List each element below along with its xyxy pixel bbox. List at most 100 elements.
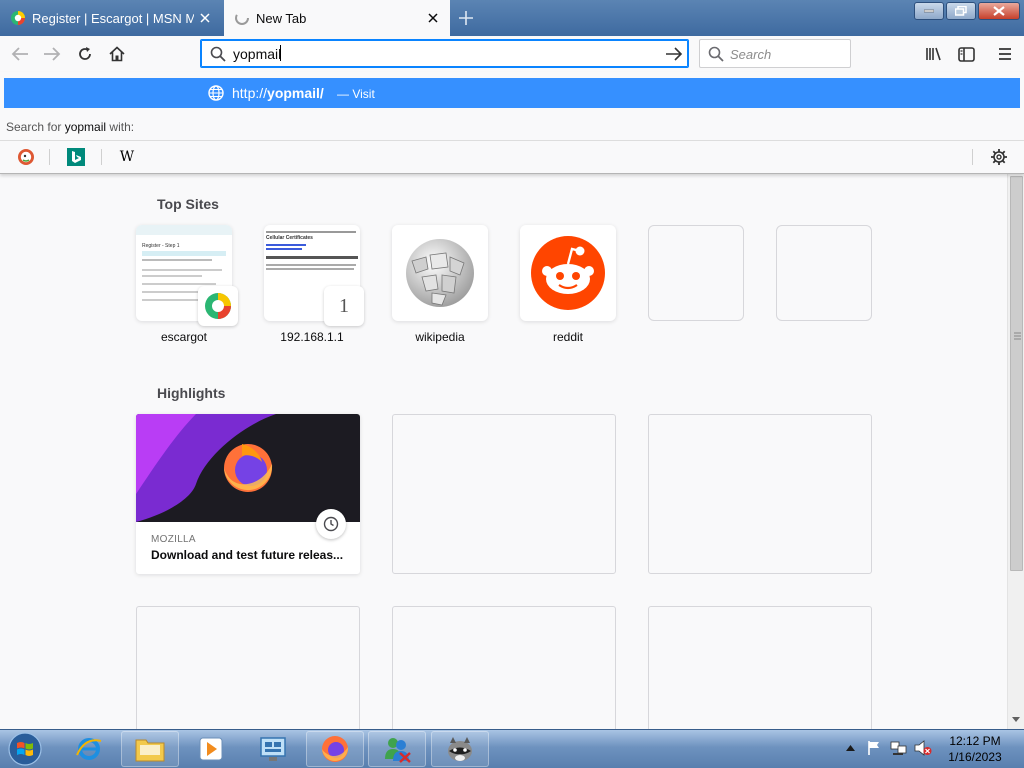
clock-icon xyxy=(323,516,339,532)
highlight-placeholder xyxy=(648,414,872,574)
taskbar-escargot-app[interactable] xyxy=(431,731,489,767)
back-button[interactable] xyxy=(6,40,34,68)
tab-strip: Register | Escargot | MSN Messenger New … xyxy=(0,0,1024,36)
tab-escargot[interactable]: Register | Escargot | MSN Messenger xyxy=(0,0,222,36)
restore-button[interactable] xyxy=(946,2,976,20)
windows-taskbar: 12:12 PM 1/16/2023 xyxy=(0,729,1024,768)
taskbar-file-explorer[interactable] xyxy=(121,731,179,767)
reload-button[interactable] xyxy=(71,40,99,68)
go-arrow-icon[interactable] xyxy=(665,46,683,62)
taskbar-msn-messenger[interactable] xyxy=(368,731,426,767)
tab-title: Register | Escargot | MSN Messenger xyxy=(32,10,194,26)
forward-arrow-icon xyxy=(44,47,61,61)
remote-desktop-icon xyxy=(260,737,286,761)
separator xyxy=(49,149,50,165)
home-button[interactable] xyxy=(103,40,131,68)
search-for-suffix: with: xyxy=(109,120,135,134)
clock-time[interactable]: 12:12 PM xyxy=(940,734,1010,748)
raccoon-icon xyxy=(448,737,472,761)
escargot-favicon-badge xyxy=(198,286,238,326)
loading-throbber-icon xyxy=(235,11,249,25)
taskbar-firefox[interactable] xyxy=(306,731,364,767)
gear-icon xyxy=(991,149,1007,165)
clock-date[interactable]: 1/16/2023 xyxy=(940,750,1010,764)
media-player-icon xyxy=(199,737,223,761)
show-hidden-icons-icon[interactable] xyxy=(846,744,855,752)
minimize-button[interactable] xyxy=(914,2,944,20)
taskbar-control-panel[interactable] xyxy=(244,731,302,767)
visit-url-suggestion[interactable]: http://yopmail/ — Visit xyxy=(4,78,1020,108)
url-input[interactable] xyxy=(233,45,653,63)
suggestion-action: — Visit xyxy=(337,87,375,101)
escargot-logo-icon xyxy=(205,293,231,319)
volume-muted-icon[interactable] xyxy=(914,740,932,756)
tab-new-tab[interactable]: New Tab xyxy=(224,0,450,36)
taskbar-media-player[interactable] xyxy=(182,731,240,767)
library-button[interactable] xyxy=(920,40,948,68)
network-icon[interactable] xyxy=(890,740,908,756)
sidebar-icon xyxy=(957,46,975,62)
highlight-source: MOZILLA xyxy=(151,534,196,545)
internet-explorer-icon xyxy=(76,738,102,760)
search-term: yopmail xyxy=(64,120,107,134)
reload-icon xyxy=(79,47,91,60)
history-badge xyxy=(316,509,346,539)
grip-icon xyxy=(1014,332,1021,340)
search-for-prefix: Search for xyxy=(6,120,62,134)
taskbar-internet-explorer[interactable] xyxy=(60,731,118,767)
thumbnail-line xyxy=(266,264,356,266)
wikipedia-icon[interactable]: W xyxy=(117,147,137,167)
thumbnail-link xyxy=(266,244,306,246)
firefox-icon xyxy=(322,736,349,762)
top-site-tile-reddit[interactable] xyxy=(520,225,616,321)
close-icon xyxy=(993,6,1005,16)
highlight-placeholder xyxy=(136,606,360,729)
search-settings-button[interactable] xyxy=(989,147,1009,167)
hamburger-menu-icon xyxy=(999,48,1011,60)
separator xyxy=(972,149,973,165)
back-arrow-icon xyxy=(11,47,28,61)
badge-number: 1 xyxy=(339,294,349,317)
top-site-label: wikipedia xyxy=(415,330,465,344)
one-off-search-engines: W xyxy=(0,140,1024,172)
url-suggestions-popup: http://yopmail/ — Visit Search for yopma… xyxy=(0,72,1024,174)
top-site-label: reddit xyxy=(552,330,584,344)
system-tray: 12:12 PM 1/16/2023 xyxy=(840,730,1024,768)
menu-button[interactable] xyxy=(991,40,1019,68)
top-site-tile-empty xyxy=(776,225,872,321)
url-scheme: http:// xyxy=(232,85,268,101)
reddit-logo-icon xyxy=(531,236,605,310)
thumbnail-heading: Cellular Certificates xyxy=(266,235,313,241)
close-window-button[interactable] xyxy=(978,2,1020,20)
vertical-scrollbar[interactable] xyxy=(1007,174,1024,729)
close-tab-icon[interactable] xyxy=(194,7,216,29)
search-input[interactable] xyxy=(730,46,840,62)
scrollbar-thumb[interactable] xyxy=(1010,176,1023,571)
duckduckgo-icon[interactable] xyxy=(16,147,36,167)
url-host: yopmail/ xyxy=(267,85,324,101)
start-button[interactable] xyxy=(4,731,46,767)
top-sites-heading: Top Sites xyxy=(157,196,219,212)
highlight-card-mozilla[interactable]: MOZILLA Download and test future releas.… xyxy=(136,414,360,574)
globe-icon xyxy=(208,85,224,101)
top-site-tile-wikipedia[interactable] xyxy=(392,225,488,321)
home-icon xyxy=(109,46,125,62)
search-icon xyxy=(210,46,226,62)
new-tab-button[interactable] xyxy=(452,4,480,32)
close-tab-icon[interactable] xyxy=(422,7,444,29)
thumbnail-line xyxy=(266,268,354,270)
thumbnail-heading: Register - Step 1 xyxy=(142,243,180,249)
sidebar-toggle-button[interactable] xyxy=(952,40,980,68)
highlight-placeholder xyxy=(392,606,616,729)
search-icon xyxy=(708,46,724,62)
forward-button[interactable] xyxy=(38,40,66,68)
thumbnail-line xyxy=(142,259,212,261)
action-center-flag-icon[interactable] xyxy=(866,740,882,756)
wikipedia-w: W xyxy=(119,149,135,165)
bing-icon[interactable] xyxy=(66,147,86,167)
scroll-down-arrow-icon[interactable] xyxy=(1012,717,1020,723)
tab-title: New Tab xyxy=(256,10,307,26)
url-bar[interactable] xyxy=(200,39,689,68)
search-bar[interactable] xyxy=(699,39,851,68)
wikipedia-globe-icon xyxy=(406,239,474,307)
